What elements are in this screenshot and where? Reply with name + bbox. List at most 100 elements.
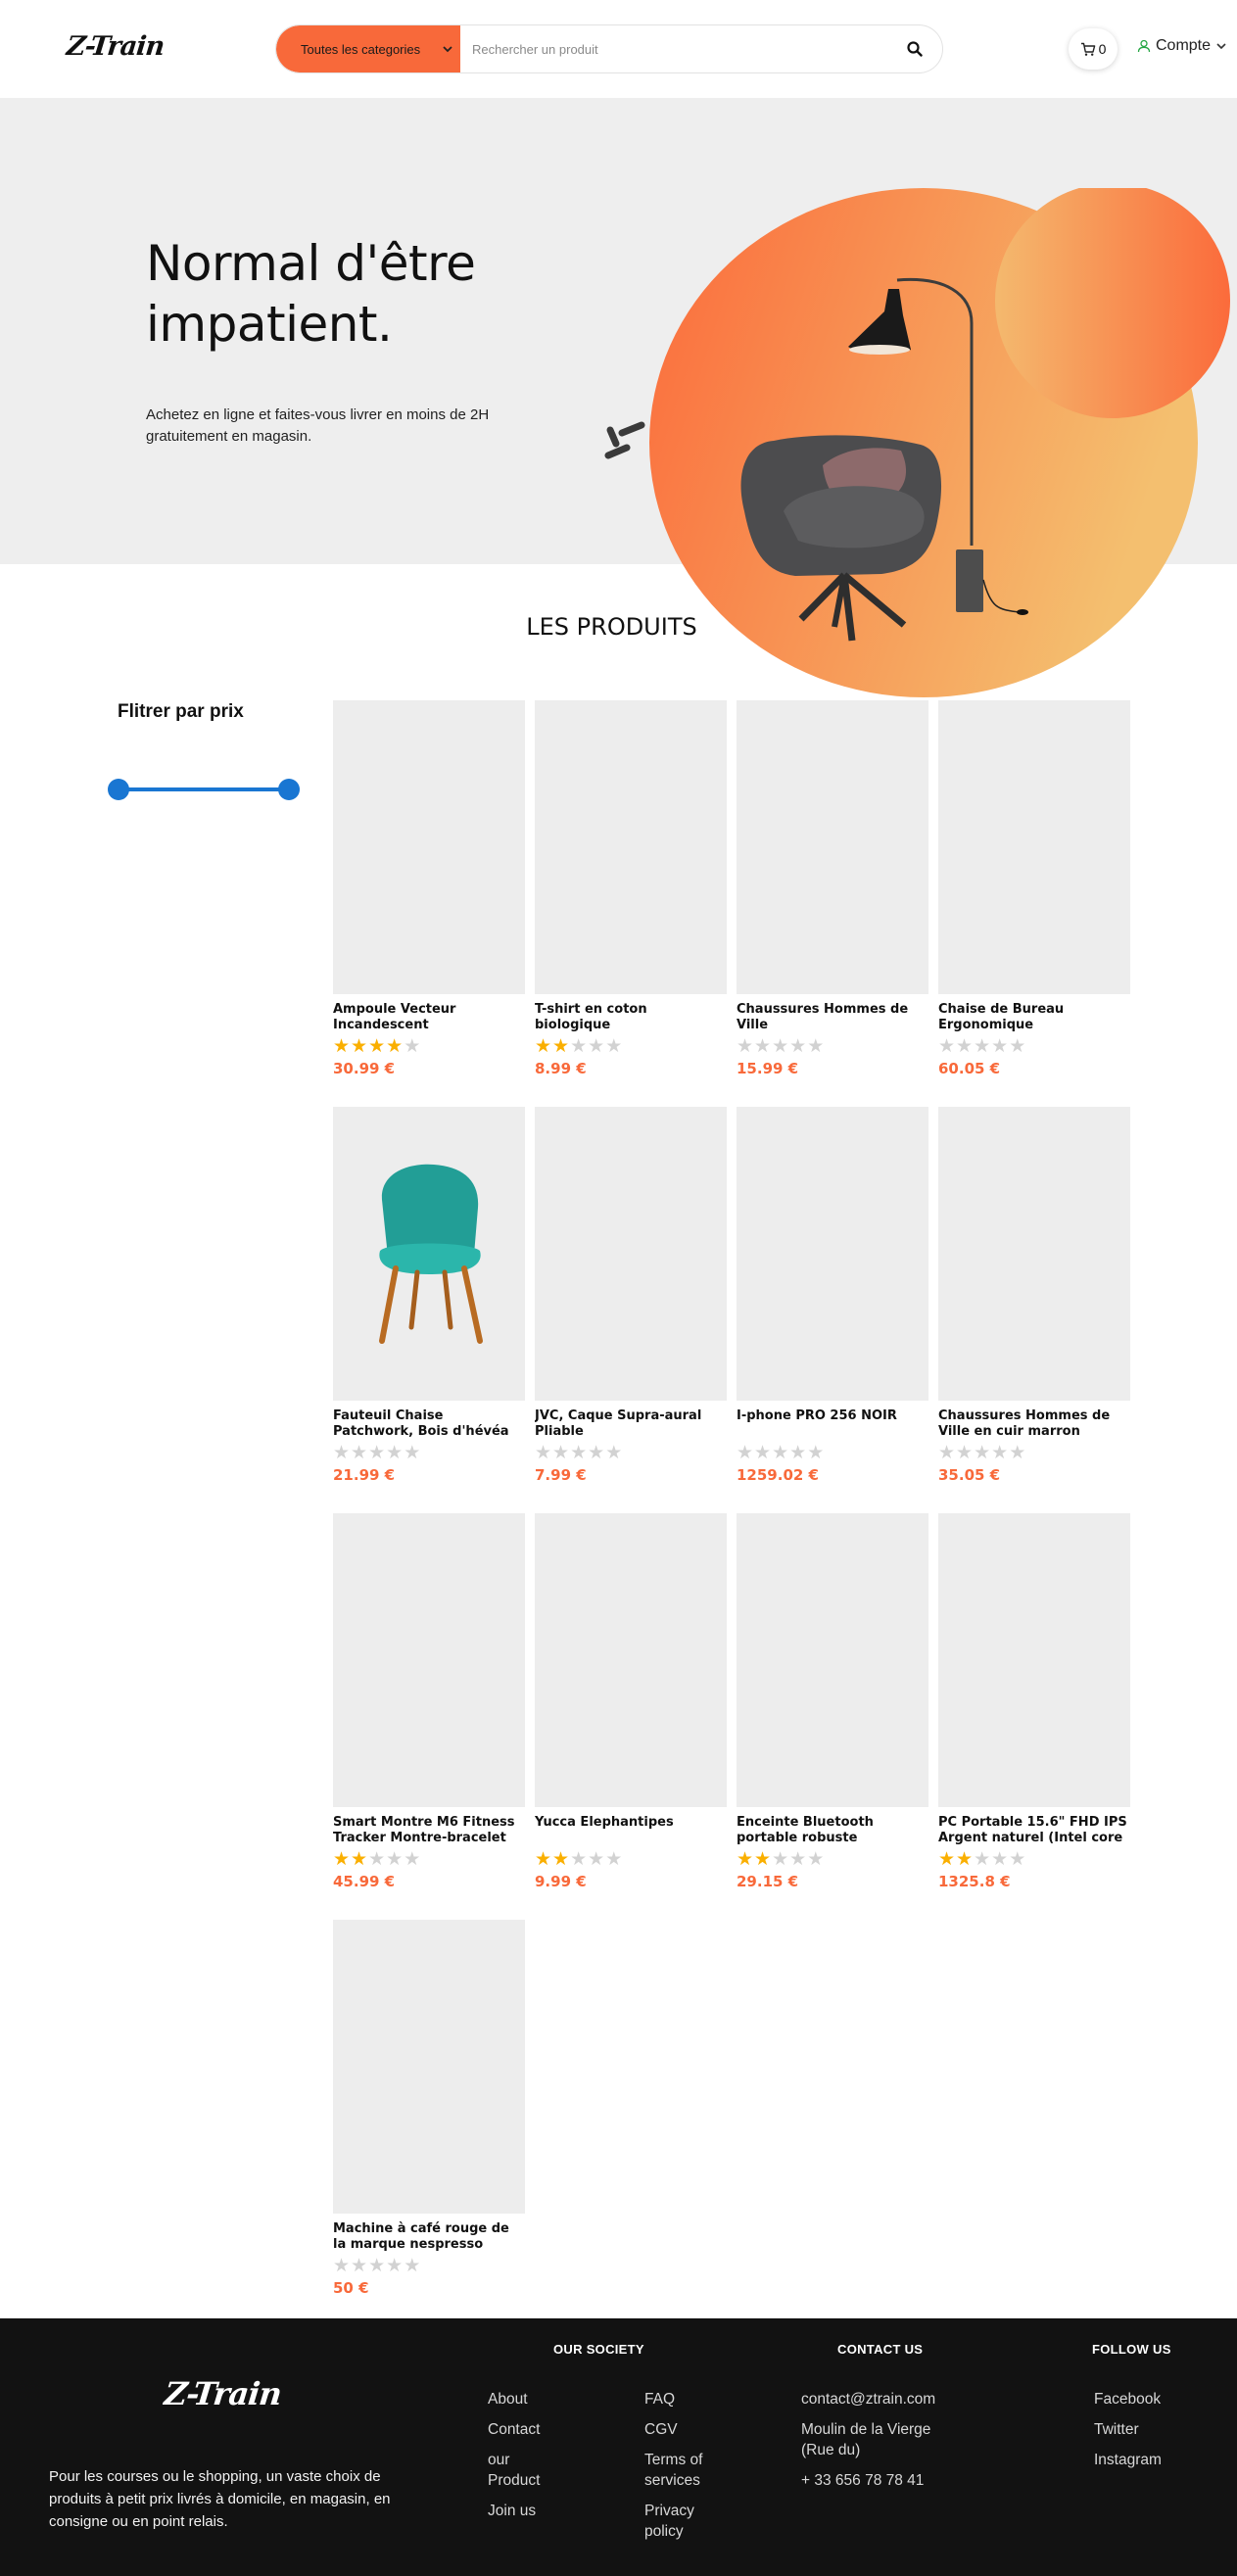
product-card[interactable]: Chaussures Hommes de Ville ★ ★ ★ ★ ★ 15.99 € xyxy=(737,700,928,1107)
star-icon: ★ xyxy=(754,1849,772,1870)
product-card[interactable]: Ampoule Vecteur Incandescent ★ ★ ★ ★ ★ 30.99 € xyxy=(333,700,525,1107)
logo[interactable]: Z-Train xyxy=(65,31,165,62)
product-name[interactable]: Fauteuil Chaise Patchwork, Bois d'hévéa xyxy=(333,1408,525,1440)
star-icon: ★ xyxy=(772,1849,789,1870)
star-icon: ★ xyxy=(789,1849,807,1870)
price-range-slider[interactable] xyxy=(108,779,300,800)
footer-link-our-product[interactable]: our Product xyxy=(488,2450,566,2491)
product-price: 29.15 € xyxy=(737,1873,799,1890)
chevron-down-icon xyxy=(443,46,452,53)
product-name[interactable]: I-phone PRO 256 NOIR xyxy=(737,1408,928,1440)
footer-contact-col: contact@ztrain.com Moulin de la Vierge (… xyxy=(801,2389,958,2491)
footer-link-faq[interactable]: FAQ xyxy=(644,2389,703,2409)
product-image[interactable] xyxy=(535,1107,727,1401)
product-image[interactable] xyxy=(938,1107,1130,1401)
star-icon: ★ xyxy=(368,1036,386,1057)
product-card[interactable]: Machine à café rouge de la marque nespre… xyxy=(333,1920,525,2326)
star-icon: ★ xyxy=(404,1849,421,1870)
slider-track xyxy=(117,787,291,791)
star-icon: ★ xyxy=(404,2256,421,2276)
star-icon: ★ xyxy=(754,1443,772,1463)
product-card[interactable]: JVC, Caque Supra-aural Pliable ★ ★ ★ ★ ★ 7.99 … xyxy=(535,1107,727,1513)
cart-button[interactable]: 0 xyxy=(1069,28,1118,70)
star-icon: ★ xyxy=(956,1443,974,1463)
product-name[interactable]: Ampoule Vecteur Incandescent xyxy=(333,1002,525,1033)
product-rating: ★ ★ ★ ★ ★ xyxy=(737,1444,928,1463)
product-image[interactable] xyxy=(535,1513,727,1807)
footer-link-contact[interactable]: Contact xyxy=(488,2419,566,2440)
product-name[interactable]: Chaise de Bureau Ergonomique xyxy=(938,1002,1130,1033)
footer-society-title: OUR SOCIETY xyxy=(553,2342,644,2357)
star-icon: ★ xyxy=(807,1036,825,1057)
product-name[interactable]: JVC, Caque Supra-aural Pliable xyxy=(535,1408,727,1440)
star-icon: ★ xyxy=(351,2256,368,2276)
footer-link-about[interactable]: About xyxy=(488,2389,566,2409)
product-image[interactable] xyxy=(938,700,1130,994)
star-icon: ★ xyxy=(754,1036,772,1057)
star-icon: ★ xyxy=(737,1849,754,1870)
product-image[interactable] xyxy=(333,700,525,994)
star-icon: ★ xyxy=(1009,1849,1026,1870)
product-price: 50 € xyxy=(333,2279,369,2297)
product-name[interactable]: Chaussures Hommes de Ville xyxy=(737,1002,928,1033)
product-card[interactable]: Chaise de Bureau Ergonomique ★ ★ ★ ★ ★ 60.05 € xyxy=(938,700,1130,1107)
product-card[interactable]: Smart Montre M6 Fitness Tracker Montre-b… xyxy=(333,1513,525,1920)
slider-thumb-min[interactable] xyxy=(108,779,129,800)
product-image[interactable] xyxy=(737,1107,928,1401)
star-icon: ★ xyxy=(404,1443,421,1463)
slider-thumb-max[interactable] xyxy=(278,779,300,800)
product-card[interactable]: Chaussures Hommes de Ville en cuir marro… xyxy=(938,1107,1130,1513)
product-price: 9.99 € xyxy=(535,1873,587,1890)
product-rating: ★ ★ ★ ★ ★ xyxy=(938,1037,1130,1057)
product-image[interactable] xyxy=(333,1920,525,2214)
product-card[interactable]: T-shirt en coton biologique ★ ★ ★ ★ ★ 8.99 € xyxy=(535,700,727,1107)
product-image[interactable] xyxy=(333,1107,525,1401)
footer-contact-title: CONTACT US xyxy=(837,2342,924,2357)
footer-society-col1: About Contact our Product Join us xyxy=(488,2389,566,2531)
star-icon: ★ xyxy=(386,1849,404,1870)
social-link-facebook[interactable]: Facebook xyxy=(1094,2389,1192,2409)
product-name[interactable]: Chaussures Hommes de Ville en cuir marro… xyxy=(938,1408,1130,1440)
product-image[interactable] xyxy=(938,1513,1130,1807)
product-card[interactable]: PC Portable 15.6" FHD IPS Argent naturel… xyxy=(938,1513,1130,1920)
product-image[interactable] xyxy=(535,700,727,994)
star-icon: ★ xyxy=(535,1036,552,1057)
header: Z-Train Toutes les categories 0 Compte xyxy=(0,0,1237,98)
product-image[interactable] xyxy=(737,700,928,994)
social-link-twitter[interactable]: Twitter xyxy=(1094,2419,1192,2440)
hero-title: Normal d'être impatient. xyxy=(146,235,476,353)
contact-email-link[interactable]: contact@ztrain.com xyxy=(801,2389,958,2409)
product-name[interactable]: T-shirt en coton biologique xyxy=(535,1002,727,1033)
product-name[interactable]: Smart Montre M6 Fitness Tracker Montre-b… xyxy=(333,1815,525,1846)
social-link-instagram[interactable]: Instagram xyxy=(1094,2450,1192,2470)
product-price: 21.99 € xyxy=(333,1466,396,1484)
footer-link-cgv[interactable]: CGV xyxy=(644,2419,703,2440)
product-card[interactable]: I-phone PRO 256 NOIR ★ ★ ★ ★ ★ 1259.02 € xyxy=(737,1107,928,1513)
product-card[interactable]: Enceinte Bluetooth portable robuste ★ ★ ★ ★ ★… xyxy=(737,1513,928,1920)
product-name[interactable]: Machine à café rouge de la marque nespre… xyxy=(333,2221,525,2253)
account-label: Compte xyxy=(1156,37,1212,54)
product-price: 60.05 € xyxy=(938,1060,1001,1077)
star-icon: ★ xyxy=(386,2256,404,2276)
product-card[interactable]: Fauteuil Chaise Patchwork, Bois d'hévéa ★… xyxy=(333,1107,525,1513)
star-icon: ★ xyxy=(991,1849,1009,1870)
footer-description: Pour les courses ou le shopping, un vast… xyxy=(49,2468,391,2530)
account-menu[interactable]: Compte xyxy=(1137,37,1227,55)
footer-link-privacy-policy[interactable]: Privacy policy xyxy=(644,2501,703,2542)
product-name[interactable]: PC Portable 15.6" FHD IPS Argent naturel… xyxy=(938,1815,1130,1846)
footer-link-join-us[interactable]: Join us xyxy=(488,2501,566,2521)
search-input[interactable] xyxy=(460,25,887,72)
search-button[interactable] xyxy=(887,25,942,72)
footer-logo[interactable]: Z-Train xyxy=(163,2375,283,2412)
footer-link-terms-of-services[interactable]: Terms of services xyxy=(644,2450,703,2491)
product-name[interactable]: Enceinte Bluetooth portable robuste xyxy=(737,1815,928,1846)
product-image[interactable] xyxy=(737,1513,928,1807)
star-icon: ★ xyxy=(807,1443,825,1463)
product-card[interactable]: Yucca Elephantipes ★ ★ ★ ★ ★ 9.99 € xyxy=(535,1513,727,1920)
star-icon: ★ xyxy=(351,1849,368,1870)
cart-icon xyxy=(1080,42,1095,56)
star-icon: ★ xyxy=(386,1443,404,1463)
product-image[interactable] xyxy=(333,1513,525,1807)
category-select[interactable]: Toutes les categories xyxy=(276,25,460,72)
product-name[interactable]: Yucca Elephantipes xyxy=(535,1815,727,1846)
